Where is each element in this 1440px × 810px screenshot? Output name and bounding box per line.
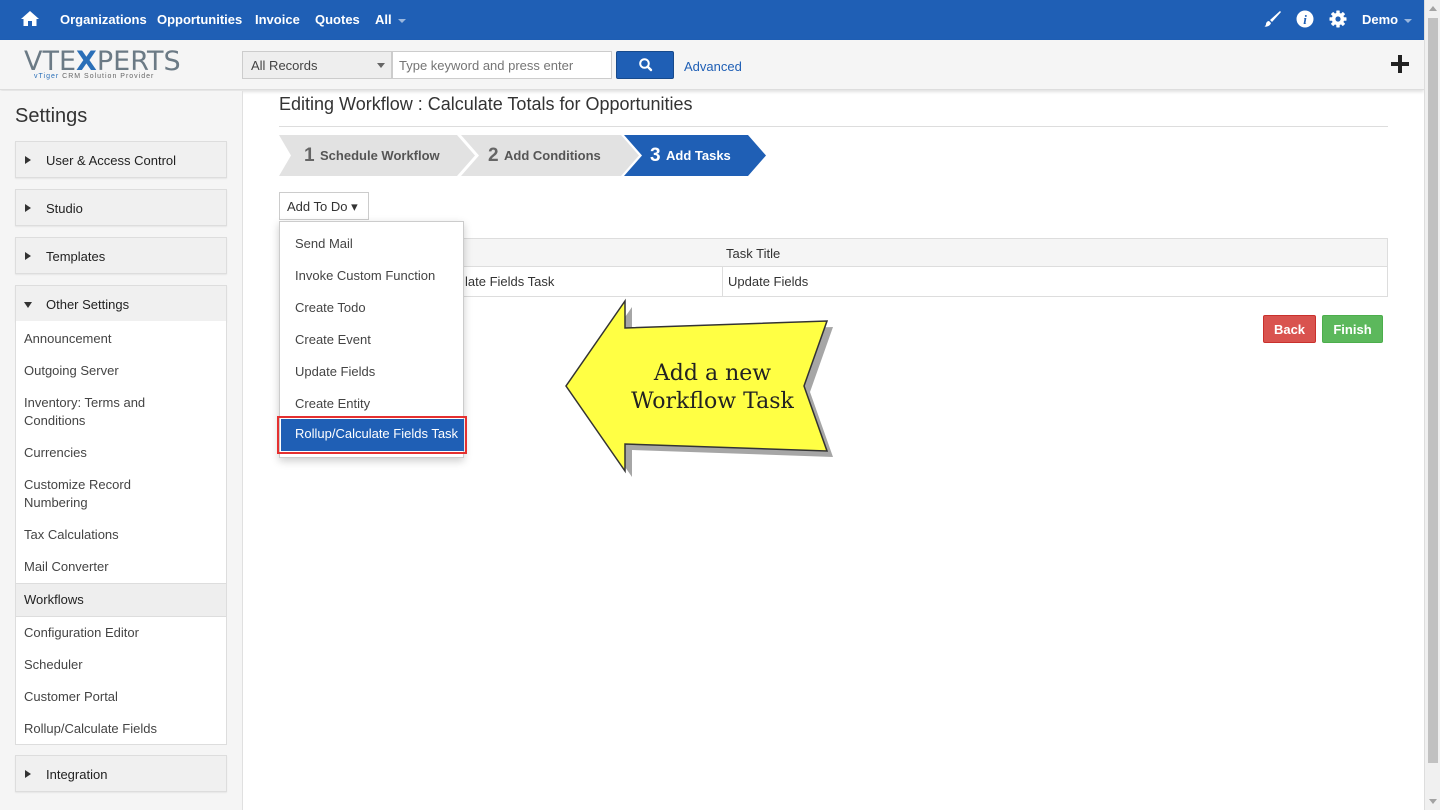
other-settings-list: Announcement Outgoing Server Inventory: … <box>15 321 227 745</box>
step-label: Add Tasks <box>666 148 731 163</box>
nav-organizations[interactable]: Organizations <box>60 12 147 27</box>
advanced-search-link[interactable]: Advanced <box>684 59 742 74</box>
sidebar-item-customize-record-numbering[interactable]: Customize Record Numbering <box>16 476 146 512</box>
sidebar-item-scheduler[interactable]: Scheduler <box>16 656 226 674</box>
nav-all[interactable]: All <box>375 12 406 27</box>
menu-item-send-mail[interactable]: Send Mail <box>280 236 463 251</box>
page-scrollbar[interactable] <box>1424 0 1440 810</box>
nav-opportunities[interactable]: Opportunities <box>157 12 242 27</box>
menu-item-create-todo[interactable]: Create Todo <box>280 300 463 315</box>
plus-icon[interactable] <box>1390 54 1410 74</box>
sidebar-item-customer-portal[interactable]: Customer Portal <box>16 688 226 706</box>
sidebar-group-integration[interactable]: Integration <box>15 755 227 792</box>
sidebar-item-inventory-terms[interactable]: Inventory: Terms and Conditions <box>16 394 166 430</box>
sidebar-item-outgoing-server[interactable]: Outgoing Server <box>16 362 226 380</box>
nav-quotes[interactable]: Quotes <box>315 12 360 27</box>
step-label: Add Conditions <box>504 148 601 163</box>
expand-arrow-icon <box>25 204 31 212</box>
step-add-tasks[interactable]: 3 Add Tasks <box>624 135 769 176</box>
home-icon[interactable] <box>20 9 40 29</box>
sidebar-group-templates[interactable]: Templates <box>15 237 227 274</box>
scrollbar-thumb[interactable] <box>1428 18 1438 763</box>
expand-arrow-icon <box>25 770 31 778</box>
step-add-conditions[interactable]: 2 Add Conditions <box>461 135 643 176</box>
callout-text: Add a new Workflow Task <box>631 361 794 414</box>
search-input[interactable] <box>392 51 612 79</box>
sidebar-group-label: User & Access Control <box>46 153 177 168</box>
menu-item-update-fields[interactable]: Update Fields <box>280 364 463 379</box>
chevron-down-icon <box>397 18 406 23</box>
user-menu[interactable]: Demo <box>1362 12 1413 27</box>
callout-arrow: Add a new Workflow Task <box>560 296 840 480</box>
sidebar-group-label: Integration <box>46 767 108 782</box>
task-title-cell[interactable]: Update Fields <box>728 274 808 289</box>
top-navbar: Organizations Opportunities Invoice Quot… <box>0 0 1424 40</box>
step-schedule-workflow[interactable]: 1 Schedule Workflow <box>279 135 479 176</box>
sidebar-group-studio[interactable]: Studio <box>15 189 227 226</box>
user-name: Demo <box>1362 12 1399 27</box>
column-divider <box>722 267 723 296</box>
back-button[interactable]: Back <box>1263 315 1316 343</box>
sidebar-item-mail-converter[interactable]: Mail Converter <box>16 558 226 576</box>
record-filter-select[interactable]: All Records <box>242 51 392 79</box>
sidebar-item-workflows[interactable]: Workflows <box>16 583 226 617</box>
task-type-cell: late Fields Task <box>465 274 555 289</box>
search-button[interactable] <box>616 51 674 79</box>
svg-text:i: i <box>1303 12 1307 27</box>
step-number: 2 <box>488 145 499 166</box>
finish-button[interactable]: Finish <box>1322 315 1383 343</box>
search-icon <box>639 58 653 72</box>
column-header-task-title: Task Title <box>726 246 781 261</box>
sidebar-group-label: Templates <box>46 249 106 264</box>
add-todo-button[interactable]: Add To Do ▾ <box>279 192 369 220</box>
step-number: 1 <box>304 145 315 166</box>
menu-item-invoke-custom-function[interactable]: Invoke Custom Function <box>280 268 463 283</box>
step-label: Schedule Workflow <box>320 148 440 163</box>
highlight-box <box>277 416 467 454</box>
page-title: Editing Workflow : Calculate Totals for … <box>279 94 693 114</box>
sidebar-item-configuration-editor[interactable]: Configuration Editor <box>16 624 226 642</box>
menu-item-create-event[interactable]: Create Event <box>280 332 463 347</box>
title-divider <box>279 126 1388 127</box>
vtexperts-logo[interactable]: VTEXPERTS vTiger CRM Solution Provider <box>24 46 184 86</box>
sidebar-group-other-settings[interactable]: Other Settings <box>15 285 227 322</box>
collapse-arrow-icon <box>24 302 32 308</box>
nav-invoice[interactable]: Invoice <box>255 12 300 27</box>
sidebar-item-currencies[interactable]: Currencies <box>16 444 226 462</box>
gear-icon[interactable] <box>1329 10 1347 28</box>
scroll-down-icon[interactable] <box>1429 799 1437 804</box>
chevron-down-icon <box>377 63 385 68</box>
sidebar-item-tax-calculations[interactable]: Tax Calculations <box>16 526 226 544</box>
expand-arrow-icon <box>25 252 31 260</box>
sidebar-group-label: Studio <box>46 201 83 216</box>
menu-item-create-entity[interactable]: Create Entity <box>280 396 463 411</box>
settings-sidebar: Settings User & Access Control Studio Te… <box>0 91 243 810</box>
brush-icon[interactable] <box>1264 10 1282 28</box>
chevron-down-icon <box>1404 18 1413 23</box>
sidebar-item-rollup-calculate-fields[interactable]: Rollup/Calculate Fields <box>16 720 226 738</box>
header-bar: VTEXPERTS vTiger CRM Solution Provider A… <box>0 40 1424 90</box>
sidebar-group-label: Other Settings <box>46 297 130 312</box>
nav-all-label: All <box>375 12 392 27</box>
step-number: 3 <box>650 145 661 166</box>
sidebar-item-announcement[interactable]: Announcement <box>16 330 226 348</box>
info-icon[interactable]: i <box>1296 10 1314 28</box>
sidebar-group-user-access-control[interactable]: User & Access Control <box>15 141 227 178</box>
sidebar-title: Settings <box>15 105 88 127</box>
scroll-up-icon[interactable] <box>1429 6 1437 11</box>
record-filter-value: All Records <box>251 58 318 73</box>
expand-arrow-icon <box>25 156 31 164</box>
